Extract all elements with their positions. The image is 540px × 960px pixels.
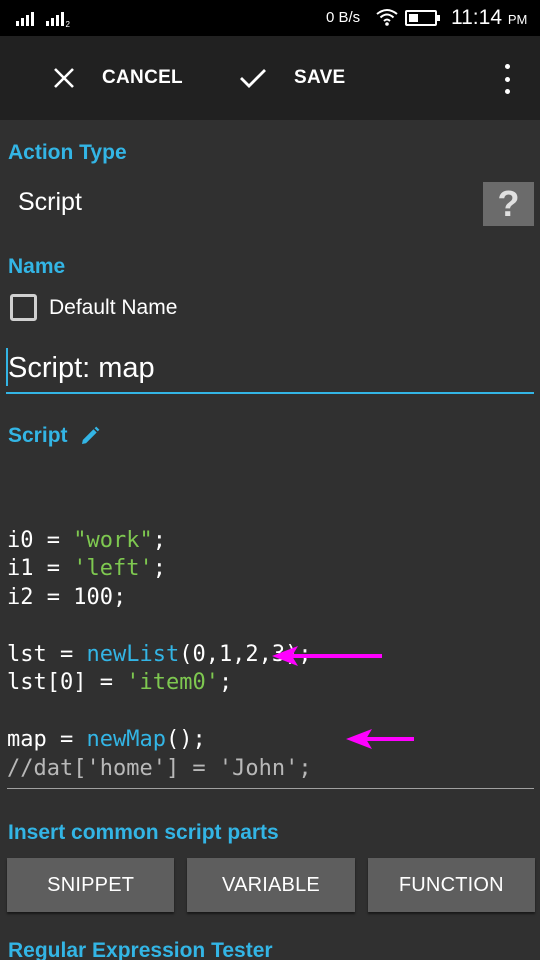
overflow-menu-icon[interactable] (500, 64, 514, 94)
code-token: ; (218, 670, 233, 695)
code-token: "work" (73, 527, 153, 553)
default-name-checkbox[interactable] (10, 294, 37, 321)
variable-button[interactable]: VARIABLE (187, 858, 355, 912)
code-token: ; (152, 556, 166, 581)
name-input[interactable]: Script: map (6, 342, 534, 394)
code-token: ; (152, 527, 166, 553)
code-line: i1 = 'left'; (7, 555, 312, 584)
code-line: lst[0] = 'item0'; (7, 669, 312, 698)
insert-section-label: Insert common script parts (8, 821, 279, 844)
save-button[interactable]: SAVE (238, 36, 346, 120)
network-speed: 0 B/s (326, 9, 361, 26)
signal-sim2-icon: 2 (46, 10, 70, 29)
code-line: i2 = 100; (7, 584, 312, 613)
code-token: i1 = (7, 556, 74, 581)
check-icon (240, 69, 266, 88)
save-label: SAVE (294, 67, 346, 88)
code-token: i2 = 100; (7, 584, 127, 610)
pencil-icon[interactable] (80, 426, 100, 446)
name-input-value: Script: map (8, 352, 155, 384)
default-name-checkbox-row[interactable]: Default Name (10, 294, 177, 321)
battery-icon (405, 10, 440, 26)
regex-section-label: Regular Expression Tester (8, 939, 273, 960)
action-toolbar: CANCEL SAVE (0, 36, 540, 120)
code-line: lst = newList(0,1,2,3); (7, 641, 312, 670)
code-token: map = (7, 727, 87, 752)
function-button[interactable]: FUNCTION (367, 858, 535, 912)
signal-icon (16, 10, 34, 26)
code-token: 'item0' (126, 670, 219, 695)
annotation-arrow-1 (272, 646, 382, 666)
code-token: //dat['home'] = 'John'; (7, 755, 312, 781)
status-bar: 2 0 B/s 11:14 PM (0, 0, 540, 36)
code-line: map = newMap(); (7, 726, 312, 755)
help-button[interactable]: ? (483, 182, 534, 226)
action-type-value[interactable]: Script (18, 188, 82, 217)
code-line: i0 = "work"; (7, 527, 312, 556)
action-type-label: Action Type (8, 141, 127, 164)
code-token: lst = (7, 641, 87, 667)
code-token: newList (86, 641, 180, 667)
annotation-arrow-2 (346, 729, 414, 749)
script-label: Script (8, 424, 68, 447)
clock: 11:14 PM (451, 6, 528, 29)
snippet-button[interactable]: SNIPPET (7, 858, 175, 912)
close-icon (54, 68, 74, 88)
divider (7, 788, 534, 789)
code-token: newMap (86, 727, 166, 752)
insert-button-row: SNIPPET VARIABLE FUNCTION (7, 858, 535, 912)
code-token: lst[0] = (7, 670, 127, 695)
help-icon: ? (497, 183, 520, 224)
cancel-label: CANCEL (102, 67, 183, 88)
cancel-button[interactable]: CANCEL (52, 36, 183, 120)
code-token: i0 = (7, 527, 74, 553)
code-token: (); (165, 727, 206, 752)
name-label: Name (8, 255, 66, 278)
default-name-label: Default Name (49, 295, 178, 319)
code-token: 'left' (73, 556, 153, 581)
wifi-icon (376, 9, 398, 26)
script-editor[interactable]: i0 = "work"; i1 = 'left'; i2 = 100; lst = … (7, 498, 312, 783)
script-header: Script (8, 424, 100, 448)
code-line: //dat['home'] = 'John'; (7, 755, 312, 784)
